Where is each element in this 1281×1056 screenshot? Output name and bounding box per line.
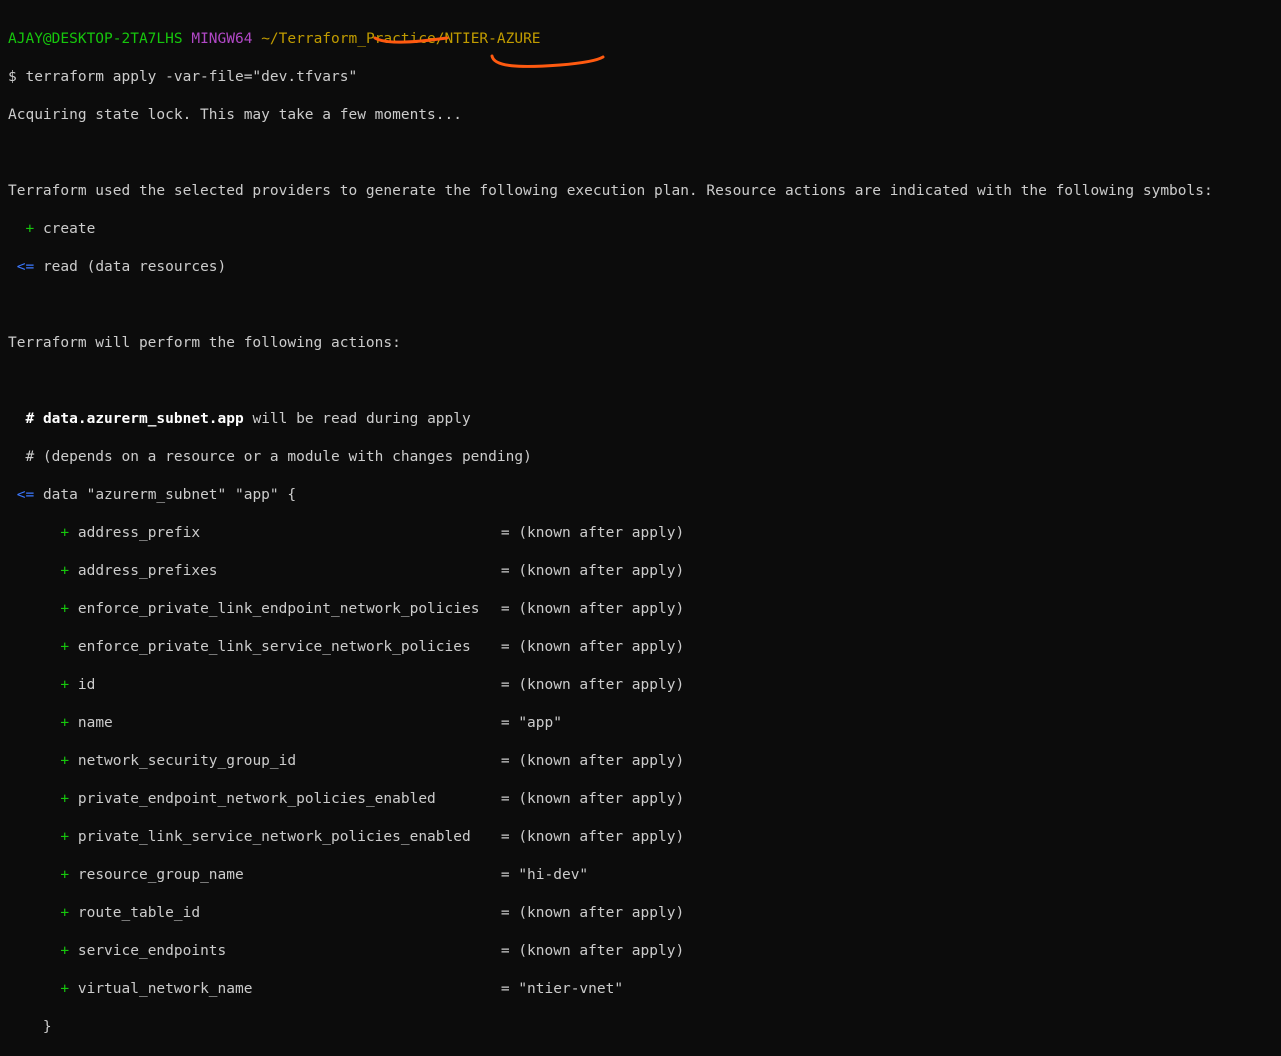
attribute-name: network_security_group_id — [77, 753, 297, 769]
comment-hash: # — [25, 411, 35, 427]
attr-add-symbol: + — [60, 791, 70, 807]
attr-add-symbol: + — [60, 563, 70, 579]
shell-prompt: AJAY@DESKTOP-2TA7LHS MINGW64 ~/Terraform… — [8, 30, 1213, 49]
attribute-name: enforce_private_link_endpoint_network_po… — [77, 601, 480, 617]
attribute-name: private_link_service_network_policies_en… — [77, 829, 471, 845]
attribute-value: = (known after apply) — [500, 753, 685, 769]
attribute-name: name — [77, 715, 113, 731]
attr-add-symbol: + — [60, 905, 70, 921]
lock-message: Acquiring state lock. This may take a fe… — [8, 107, 462, 123]
depends-note-text: # (depends on a resource or a module wit… — [25, 449, 532, 465]
attr-add-symbol: + — [60, 943, 70, 959]
attribute-row: + virtual_network_name = "ntier-vnet" — [8, 980, 1213, 999]
attribute-row: + enforce_private_link_endpoint_network_… — [8, 600, 1213, 619]
attr-add-symbol: + — [60, 867, 70, 883]
attribute-value: = (known after apply) — [500, 677, 685, 693]
depends-note: # (depends on a resource or a module wit… — [8, 448, 1213, 467]
closing-brace: } — [8, 1018, 1213, 1037]
attribute-row: + service_endpoints = (known after apply) — [8, 942, 1213, 961]
attribute-row: + route_table_id = (known after apply) — [8, 904, 1213, 923]
attribute-row: + private_link_service_network_policies_… — [8, 828, 1213, 847]
command-line[interactable]: $ terraform apply -var-file="dev.tfvars" — [8, 68, 1213, 87]
attribute-name: resource_group_name — [77, 867, 244, 883]
attr-add-symbol: + — [60, 639, 70, 655]
attribute-value: = (known after apply) — [500, 943, 685, 959]
attribute-value: = "ntier-vnet" — [500, 981, 624, 997]
attr-add-symbol: + — [60, 525, 70, 541]
attribute-value: = (known after apply) — [500, 601, 685, 617]
comment-suffix: will be read during apply — [252, 411, 471, 427]
attribute-row: + name = "app" — [8, 714, 1213, 733]
attribute-value: = (known after apply) — [500, 791, 685, 807]
attribute-name: route_table_id — [77, 905, 201, 921]
read-label: read (data resources) — [42, 259, 227, 275]
attribute-name: enforce_private_link_service_network_pol… — [77, 639, 471, 655]
attribute-row: + network_security_group_id = (known afte… — [8, 752, 1213, 771]
attr-add-symbol: + — [60, 601, 70, 617]
closing-brace-text: } — [42, 1019, 52, 1035]
attribute-name: private_endpoint_network_policies_enable… — [77, 791, 436, 807]
attribute-name: address_prefix — [77, 525, 201, 541]
attribute-value: = (known after apply) — [500, 639, 685, 655]
declaration-text: data "azurerm_subnet" "app" { — [42, 487, 297, 503]
attribute-row: + resource_group_name = "hi-dev" — [8, 866, 1213, 885]
prompt-path: ~/Terraform_Practice/NTIER-AZURE — [261, 31, 541, 47]
prompt-shell: MINGW64 — [191, 31, 253, 47]
terminal-output[interactable]: AJAY@DESKTOP-2TA7LHS MINGW64 ~/Terraform… — [8, 11, 1213, 1056]
attribute-row: + address_prefixes = (known after apply) — [8, 562, 1213, 581]
attribute-name: address_prefixes — [77, 563, 218, 579]
attribute-row: + address_prefix = (known after apply) — [8, 524, 1213, 543]
attribute-name: virtual_network_name — [77, 981, 253, 997]
create-label: create — [42, 221, 96, 237]
attr-add-symbol: + — [60, 753, 70, 769]
plan-intro: Terraform used the selected providers to… — [8, 183, 1213, 199]
attr-add-symbol: + — [60, 715, 70, 731]
attribute-name: service_endpoints — [77, 943, 227, 959]
attribute-value: = (known after apply) — [500, 905, 685, 921]
data-read-symbol: <= — [16, 487, 35, 503]
attribute-row: + enforce_private_link_service_network_p… — [8, 638, 1213, 657]
attr-add-symbol: + — [60, 829, 70, 845]
terminal-window[interactable]: { "colors": { "background": "#0c0c0c", "… — [0, 0, 1281, 1035]
actions-intro: Terraform will perform the following act… — [8, 335, 401, 351]
attribute-name: id — [77, 677, 96, 693]
attribute-value: = "hi-dev" — [500, 867, 589, 883]
create-symbol: + — [25, 221, 35, 237]
attribute-value: = (known after apply) — [500, 525, 685, 541]
attribute-value: = (known after apply) — [500, 829, 685, 845]
attribute-value: = "app" — [500, 715, 562, 731]
attribute-value: = (known after apply) — [500, 563, 685, 579]
attribute-row: + private_endpoint_network_policies_enab… — [8, 790, 1213, 809]
attribute-row: + id = (known after apply) — [8, 676, 1213, 695]
data-block-comment: # data.azurerm_subnet.app will be read d… — [8, 410, 1213, 429]
data-declaration: <= data "azurerm_subnet" "app" { — [8, 486, 1213, 505]
attr-add-symbol: + — [60, 677, 70, 693]
attr-add-symbol: + — [60, 981, 70, 997]
symbol-legend-read: <= read (data resources) — [8, 258, 1213, 277]
read-symbol: <= — [16, 259, 35, 275]
prompt-user-host: AJAY@DESKTOP-2TA7LHS — [8, 31, 183, 47]
symbol-legend-create: + create — [8, 220, 1213, 239]
resource-address: data.azurerm_subnet.app — [42, 411, 244, 427]
